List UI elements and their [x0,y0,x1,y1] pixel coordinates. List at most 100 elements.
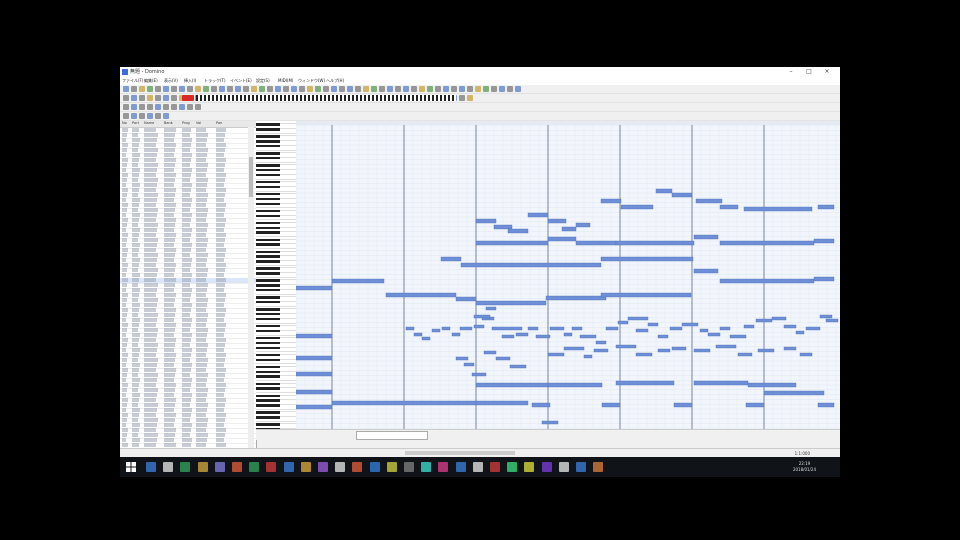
toolbar-button[interactable] [379,86,385,92]
note[interactable] [421,336,431,341]
taskbar-app-icon[interactable] [386,462,397,472]
note[interactable] [600,292,692,298]
toolbar-button[interactable] [251,86,257,92]
note[interactable] [783,346,797,351]
toolbar-button[interactable] [235,86,241,92]
note[interactable] [475,400,529,406]
taskbar-app-icon[interactable] [197,462,208,472]
track-selector[interactable] [356,431,428,440]
minimize-icon[interactable]: – [784,67,798,77]
note[interactable] [296,389,333,395]
toolbar-button[interactable] [155,86,161,92]
note[interactable] [719,326,731,331]
toolbar-button[interactable] [195,86,201,92]
toolbar-button[interactable] [491,86,497,92]
taskbar-app-icon[interactable] [180,462,191,472]
note[interactable] [699,328,709,333]
note[interactable] [799,352,813,357]
note[interactable] [413,332,423,337]
toolbar-button[interactable] [363,86,369,92]
col-bank[interactable]: Bank [164,121,173,125]
note[interactable] [509,364,527,369]
note[interactable] [460,262,602,268]
note[interactable] [296,355,333,361]
toolbar-button[interactable] [195,104,201,110]
toolbar-button[interactable] [259,86,265,92]
menu-window[interactable]: ウィンドウ(W) [298,78,325,84]
note[interactable] [296,285,333,291]
note[interactable] [707,332,721,337]
toolbar-button[interactable] [131,86,137,92]
note[interactable] [657,348,671,353]
toolbar-button[interactable] [515,86,521,92]
note[interactable] [601,402,621,408]
taskbar-app-icon[interactable] [438,462,449,472]
note[interactable] [473,324,485,329]
taskbar-app-icon[interactable] [524,462,535,472]
note[interactable] [547,218,567,224]
note[interactable] [475,218,497,224]
note[interactable] [549,326,565,331]
taskbar-app-icon[interactable] [163,462,174,472]
note[interactable] [673,402,693,408]
note[interactable] [527,212,549,218]
toolbar-button[interactable] [387,86,393,92]
toolbar-button[interactable] [187,104,193,110]
note[interactable] [627,316,649,321]
taskbar-app-icon[interactable] [404,462,414,472]
note[interactable] [296,333,333,339]
note[interactable] [431,328,441,333]
toolbar-button[interactable] [147,113,153,119]
note[interactable] [745,402,765,408]
taskbar-app-icon[interactable] [283,462,294,472]
toolbar-button[interactable] [411,86,417,92]
note[interactable] [620,204,654,210]
note[interactable] [547,236,577,242]
col-vol[interactable]: Vol [196,121,201,125]
toolbar-button[interactable] [147,104,153,110]
toolbar-button[interactable] [123,95,129,101]
toolbar-button[interactable] [435,86,441,92]
note[interactable] [647,322,659,327]
note[interactable] [747,382,797,388]
taskbar-app-icon[interactable] [472,462,483,472]
note[interactable] [615,344,637,349]
note[interactable] [615,380,675,386]
note[interactable] [563,332,573,337]
note[interactable] [635,328,649,333]
note[interactable] [545,295,607,301]
note[interactable] [719,278,815,284]
toolbar-button[interactable] [163,95,169,101]
note[interactable] [483,350,497,355]
col-prog[interactable]: Prog [182,121,190,125]
note[interactable] [657,334,669,339]
toolbar-button[interactable] [139,104,145,110]
note[interactable] [491,326,523,331]
taskbar-app-icon[interactable] [266,462,277,472]
note[interactable] [475,300,547,306]
taskbar-app-icon[interactable] [214,462,225,472]
note[interactable] [635,352,653,357]
note[interactable] [817,402,835,408]
note[interactable] [617,320,629,325]
toolbar-button[interactable] [427,86,433,92]
menu-midi[interactable]: MIDI(M) [278,78,293,83]
note[interactable] [575,240,617,246]
note[interactable] [693,380,749,386]
toolbar-button[interactable] [467,86,473,92]
menu-event[interactable]: イベント(E) [230,78,252,84]
taskbar-clock[interactable]: 22:19 2018/01/24 [793,461,816,473]
toolbar-button[interactable] [131,104,137,110]
toolbar-button[interactable] [163,113,169,119]
col-port[interactable]: Port [132,121,139,125]
note[interactable] [493,224,513,230]
taskbar-app-icon[interactable] [352,462,363,472]
note[interactable] [541,420,559,425]
note[interactable] [595,340,607,345]
play-button[interactable] [182,95,194,101]
scroll-thumb[interactable] [249,157,253,197]
note[interactable] [501,334,515,339]
note[interactable] [561,226,577,232]
menu-insert[interactable]: 挿入(I) [184,78,196,84]
toolbar-button[interactable] [467,95,473,101]
